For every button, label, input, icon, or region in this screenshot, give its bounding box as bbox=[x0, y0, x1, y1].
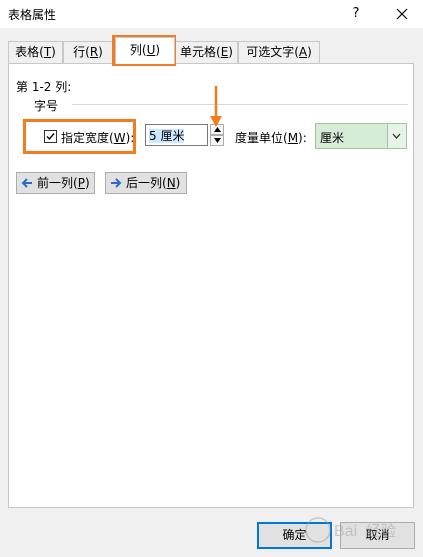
previous-column-button[interactable]: 前一列(P) bbox=[16, 172, 95, 194]
unit-label: 度量单位(M): bbox=[235, 131, 307, 145]
unit-select[interactable]: 厘米 bbox=[315, 123, 407, 149]
cancel-button[interactable]: 取消 bbox=[340, 522, 415, 549]
width-decrement-button[interactable] bbox=[210, 135, 224, 146]
checkmark-icon bbox=[46, 133, 55, 141]
specify-width-checkbox[interactable] bbox=[44, 130, 57, 143]
close-icon bbox=[396, 8, 408, 20]
width-increment-button[interactable] bbox=[210, 124, 224, 135]
column-width-input[interactable]: 5 厘米 bbox=[145, 124, 208, 146]
column-range-label: 第 1-2 列: bbox=[16, 80, 72, 94]
title-bar: 表格属性 ? bbox=[0, 0, 423, 28]
tab-cell[interactable]: 单元格(E) bbox=[175, 41, 238, 63]
ok-button[interactable]: 确定 bbox=[257, 522, 332, 549]
close-button[interactable] bbox=[389, 2, 415, 26]
dialog-title: 表格属性 bbox=[8, 8, 57, 22]
help-button[interactable]: ? bbox=[346, 4, 366, 24]
next-column-button[interactable]: 后一列(N) bbox=[105, 172, 187, 194]
arrow-right-icon bbox=[111, 178, 122, 188]
tab-table[interactable]: 表格(T) bbox=[8, 41, 63, 63]
unit-select-value: 厘米 bbox=[320, 131, 345, 145]
chevron-down-icon bbox=[392, 133, 401, 139]
section-heading: 字号 bbox=[34, 99, 59, 113]
arrow-left-icon bbox=[21, 178, 32, 188]
tab-row[interactable]: 行(R) bbox=[63, 41, 113, 63]
tab-alt-text[interactable]: 可选文字(A) bbox=[238, 41, 320, 63]
tab-column[interactable]: 列(U) bbox=[115, 37, 175, 64]
spin-down-icon bbox=[214, 138, 221, 143]
spin-up-icon bbox=[214, 127, 221, 132]
section-divider bbox=[72, 104, 408, 105]
column-width-value: 5 厘米 bbox=[149, 129, 185, 143]
specify-width-label: 指定宽度(W): bbox=[61, 131, 135, 145]
table-properties-dialog: 表格属性 ? 表格(T) 行(R) 列(U) 单元格(E) 可选文字(A) 第 … bbox=[0, 0, 423, 557]
